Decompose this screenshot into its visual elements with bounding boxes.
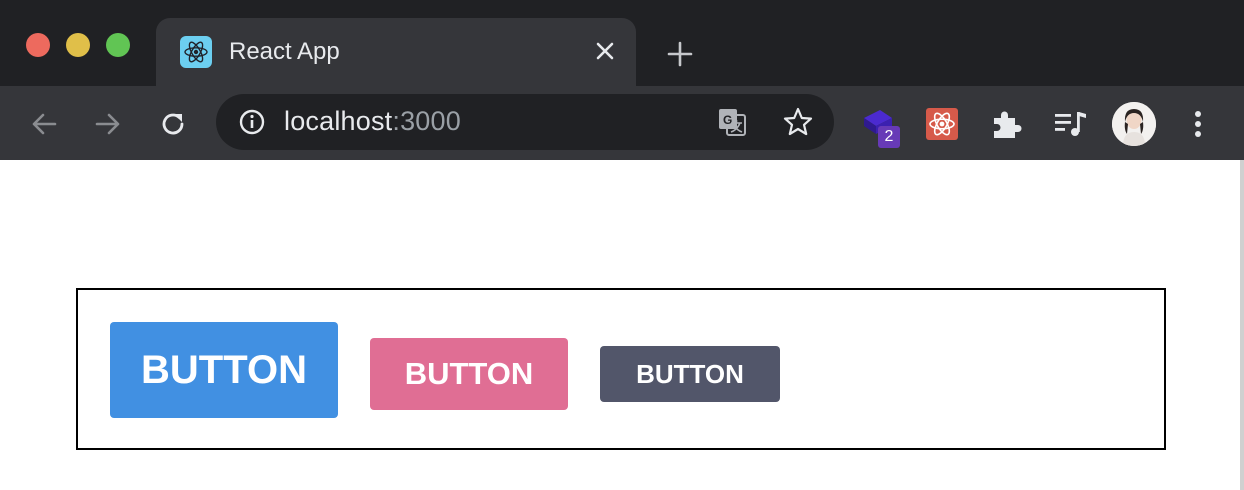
reload-icon[interactable] [153,104,193,144]
react-logo-icon [180,36,212,68]
window-edge [1240,160,1244,490]
close-tab-icon[interactable] [590,36,620,66]
zoom-window-button[interactable] [106,33,130,57]
stack-extension-icon[interactable]: 2 [858,104,900,148]
react-devtools-icon[interactable] [922,104,962,144]
site-info-icon[interactable] [238,108,266,136]
back-arrow-icon[interactable] [24,104,64,144]
address-bar[interactable]: localhost:3000 G [216,94,834,150]
tab-react-app[interactable]: React App [156,18,636,86]
svg-text:G: G [723,113,732,127]
bookmark-star-icon[interactable] [782,106,814,138]
tab-strip: React App [0,0,1244,86]
profile-avatar[interactable] [1112,102,1156,146]
new-tab-plus-icon[interactable] [664,38,696,70]
url-port: :3000 [392,106,461,136]
button-demo-container: BUTTON BUTTON BUTTON [76,288,1166,450]
puzzle-icon[interactable] [986,104,1026,144]
kebab-menu-icon[interactable] [1182,104,1214,144]
small-button[interactable]: BUTTON [600,346,780,402]
translate-icon[interactable]: G [716,106,748,138]
browser-window: React App localhost:3000 G 2 [0,0,1244,160]
medium-button[interactable]: BUTTON [370,338,568,410]
extension-badge: 2 [878,126,900,148]
close-window-button[interactable] [26,33,50,57]
tab-title: React App [229,38,340,65]
media-queue-icon[interactable] [1050,104,1090,144]
large-button[interactable]: BUTTON [110,322,338,418]
browser-toolbar: localhost:3000 G 2 [0,86,1244,160]
forward-arrow-icon[interactable] [88,104,128,144]
minimize-window-button[interactable] [66,33,90,57]
url-host: localhost [284,106,393,136]
url-text[interactable]: localhost:3000 [284,106,461,137]
